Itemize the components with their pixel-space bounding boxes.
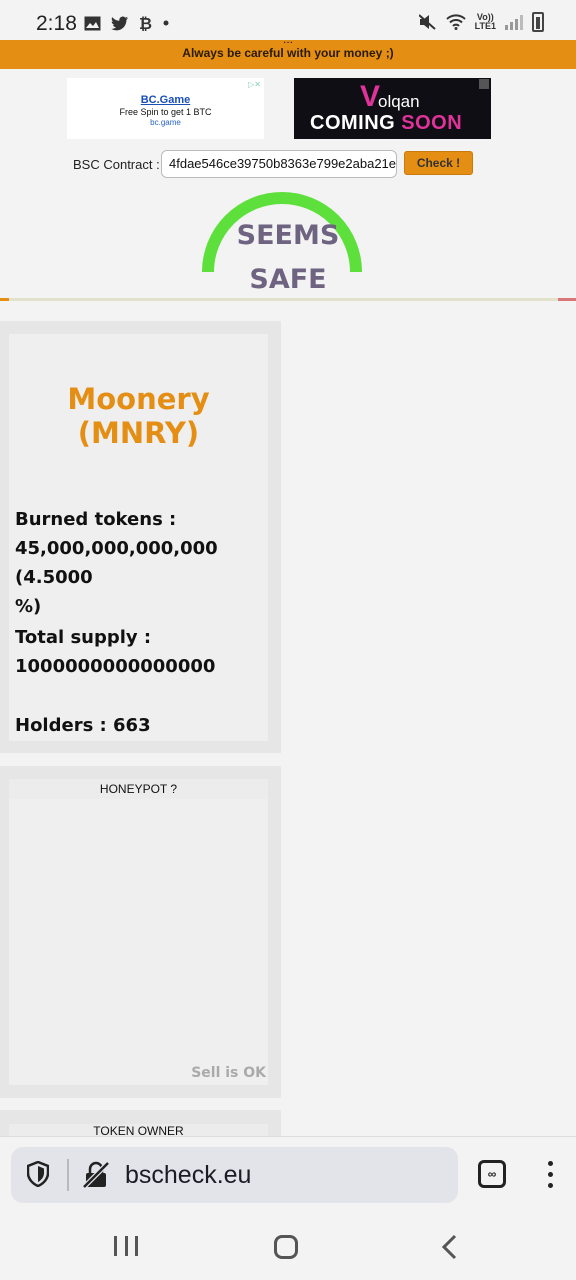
shield-icon[interactable] [27, 1161, 49, 1187]
total-supply: Total supply : 1000000000000000 [15, 627, 216, 677]
contract-input[interactable]: 4fdae546ce39750b8363e799e2aba21e [161, 150, 397, 178]
lock-off-icon[interactable] [83, 1161, 109, 1189]
signal-icon [505, 14, 523, 30]
bcgame-ad-title[interactable]: BC.Game [67, 94, 264, 106]
system-icons: Vo)) LTE1 [418, 12, 544, 32]
honeypot-panel: HONEYPOT ? Sell is OK [0, 766, 281, 1098]
bcgame-ad[interactable]: BC.Game Free Spin to get 1 BTC bc.game ▷… [67, 78, 264, 139]
notification-icons: ₿ [84, 14, 169, 32]
dot-icon [163, 20, 169, 26]
banner-message: Always be careful with your money ;) [182, 46, 394, 60]
more-menu-icon[interactable] [538, 1161, 562, 1191]
contract-label: BSC Contract : [73, 157, 160, 172]
address-bar[interactable]: bscheck.eu [11, 1147, 458, 1203]
volqan-ad[interactable]: V olqan COMING SOON [294, 78, 491, 139]
ad-choices-icon[interactable]: ▷✕ [248, 80, 261, 89]
system-nav-bar [0, 1216, 576, 1280]
honeypot-card: Sell is OK [9, 799, 268, 1085]
volqan-coming-soon: COMING SOON [310, 112, 463, 134]
divider-line [0, 298, 576, 301]
holders-count: Holders : 663 [15, 715, 151, 736]
sell-status: Sell is OK [191, 1065, 266, 1081]
check-button[interactable]: Check ! [404, 151, 473, 175]
url-text[interactable]: bscheck.eu [125, 1161, 251, 1190]
url-separator [67, 1159, 69, 1191]
status-time: 2:18 [36, 12, 77, 35]
home-icon[interactable] [274, 1235, 298, 1259]
safety-verdict: SEEMS SAFE [236, 220, 340, 295]
token-owner-panel: TOKEN OWNER [0, 1110, 281, 1136]
warning-banner: ... Always be careful with your money ;) [0, 40, 576, 69]
wifi-icon [445, 14, 466, 30]
svg-text:₿: ₿ [139, 14, 152, 32]
honeypot-title: HONEYPOT ? [9, 779, 268, 799]
ad-close-icon[interactable] [479, 79, 489, 89]
browser-toolbar: bscheck.eu ∞ [0, 1136, 576, 1216]
status-bar: 2:18 ₿ Vo)) LTE1 [0, 0, 576, 40]
token-owner-title: TOKEN OWNER [9, 1124, 268, 1136]
twitter-icon [111, 16, 128, 30]
mute-icon [418, 14, 436, 30]
token-info-card: Moonery (MNRY) Burned tokens : 45,000,00… [9, 334, 268, 741]
back-icon[interactable] [440, 1234, 460, 1260]
recent-apps-icon[interactable] [114, 1236, 138, 1256]
burned-tokens: Burned tokens : 45,000,000,000,000 (4.50… [15, 509, 218, 617]
gallery-icon [84, 16, 101, 30]
volqan-name: olqan [378, 92, 420, 111]
tabs-button[interactable]: ∞ [478, 1160, 506, 1188]
lte-icon: Vo)) LTE1 [474, 12, 496, 31]
volqan-logo: V [360, 80, 381, 113]
bitcoin-icon: ₿ [139, 14, 152, 32]
token-info-panel: Moonery (MNRY) Burned tokens : 45,000,00… [0, 321, 281, 753]
battery-icon [532, 12, 544, 32]
bcgame-ad-subtitle: Free Spin to get 1 BTC [119, 107, 212, 117]
token-name: Moonery (MNRY) [67, 382, 210, 450]
bcgame-ad-url[interactable]: bc.game [67, 118, 264, 127]
